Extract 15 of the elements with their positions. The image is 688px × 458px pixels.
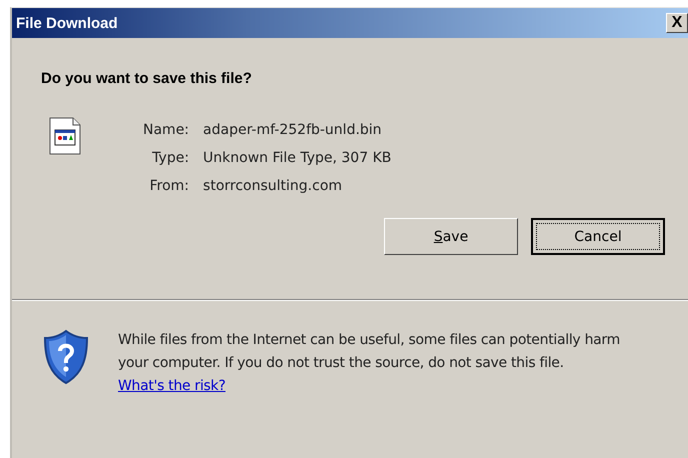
- close-button[interactable]: X: [666, 13, 688, 33]
- shield-icon: [42, 329, 90, 385]
- save-button[interactable]: Save: [384, 218, 518, 255]
- field-value: adaper-mf-252fb-unld.bin: [203, 122, 383, 138]
- cancel-button[interactable]: Cancel: [531, 218, 665, 255]
- field-label: From:: [148, 178, 190, 194]
- window-title: File Download: [16, 14, 118, 32]
- field-label: Type:: [151, 150, 190, 166]
- risk-link[interactable]: What's the risk?: [118, 378, 226, 394]
- file-icon: [49, 117, 81, 155]
- field-value: storrconsulting.com: [203, 178, 344, 194]
- field-label: Name:: [143, 122, 190, 138]
- warning-text: While files from the Internet can be useful, some files can potentially harm your computer. If you do not trust the source, do not save this file. What's the risk?: [118, 331, 621, 396]
- field-value: Unknown File Type, 307 KB: [203, 150, 392, 166]
- question-text: Do you want to save this file?: [41, 70, 253, 87]
